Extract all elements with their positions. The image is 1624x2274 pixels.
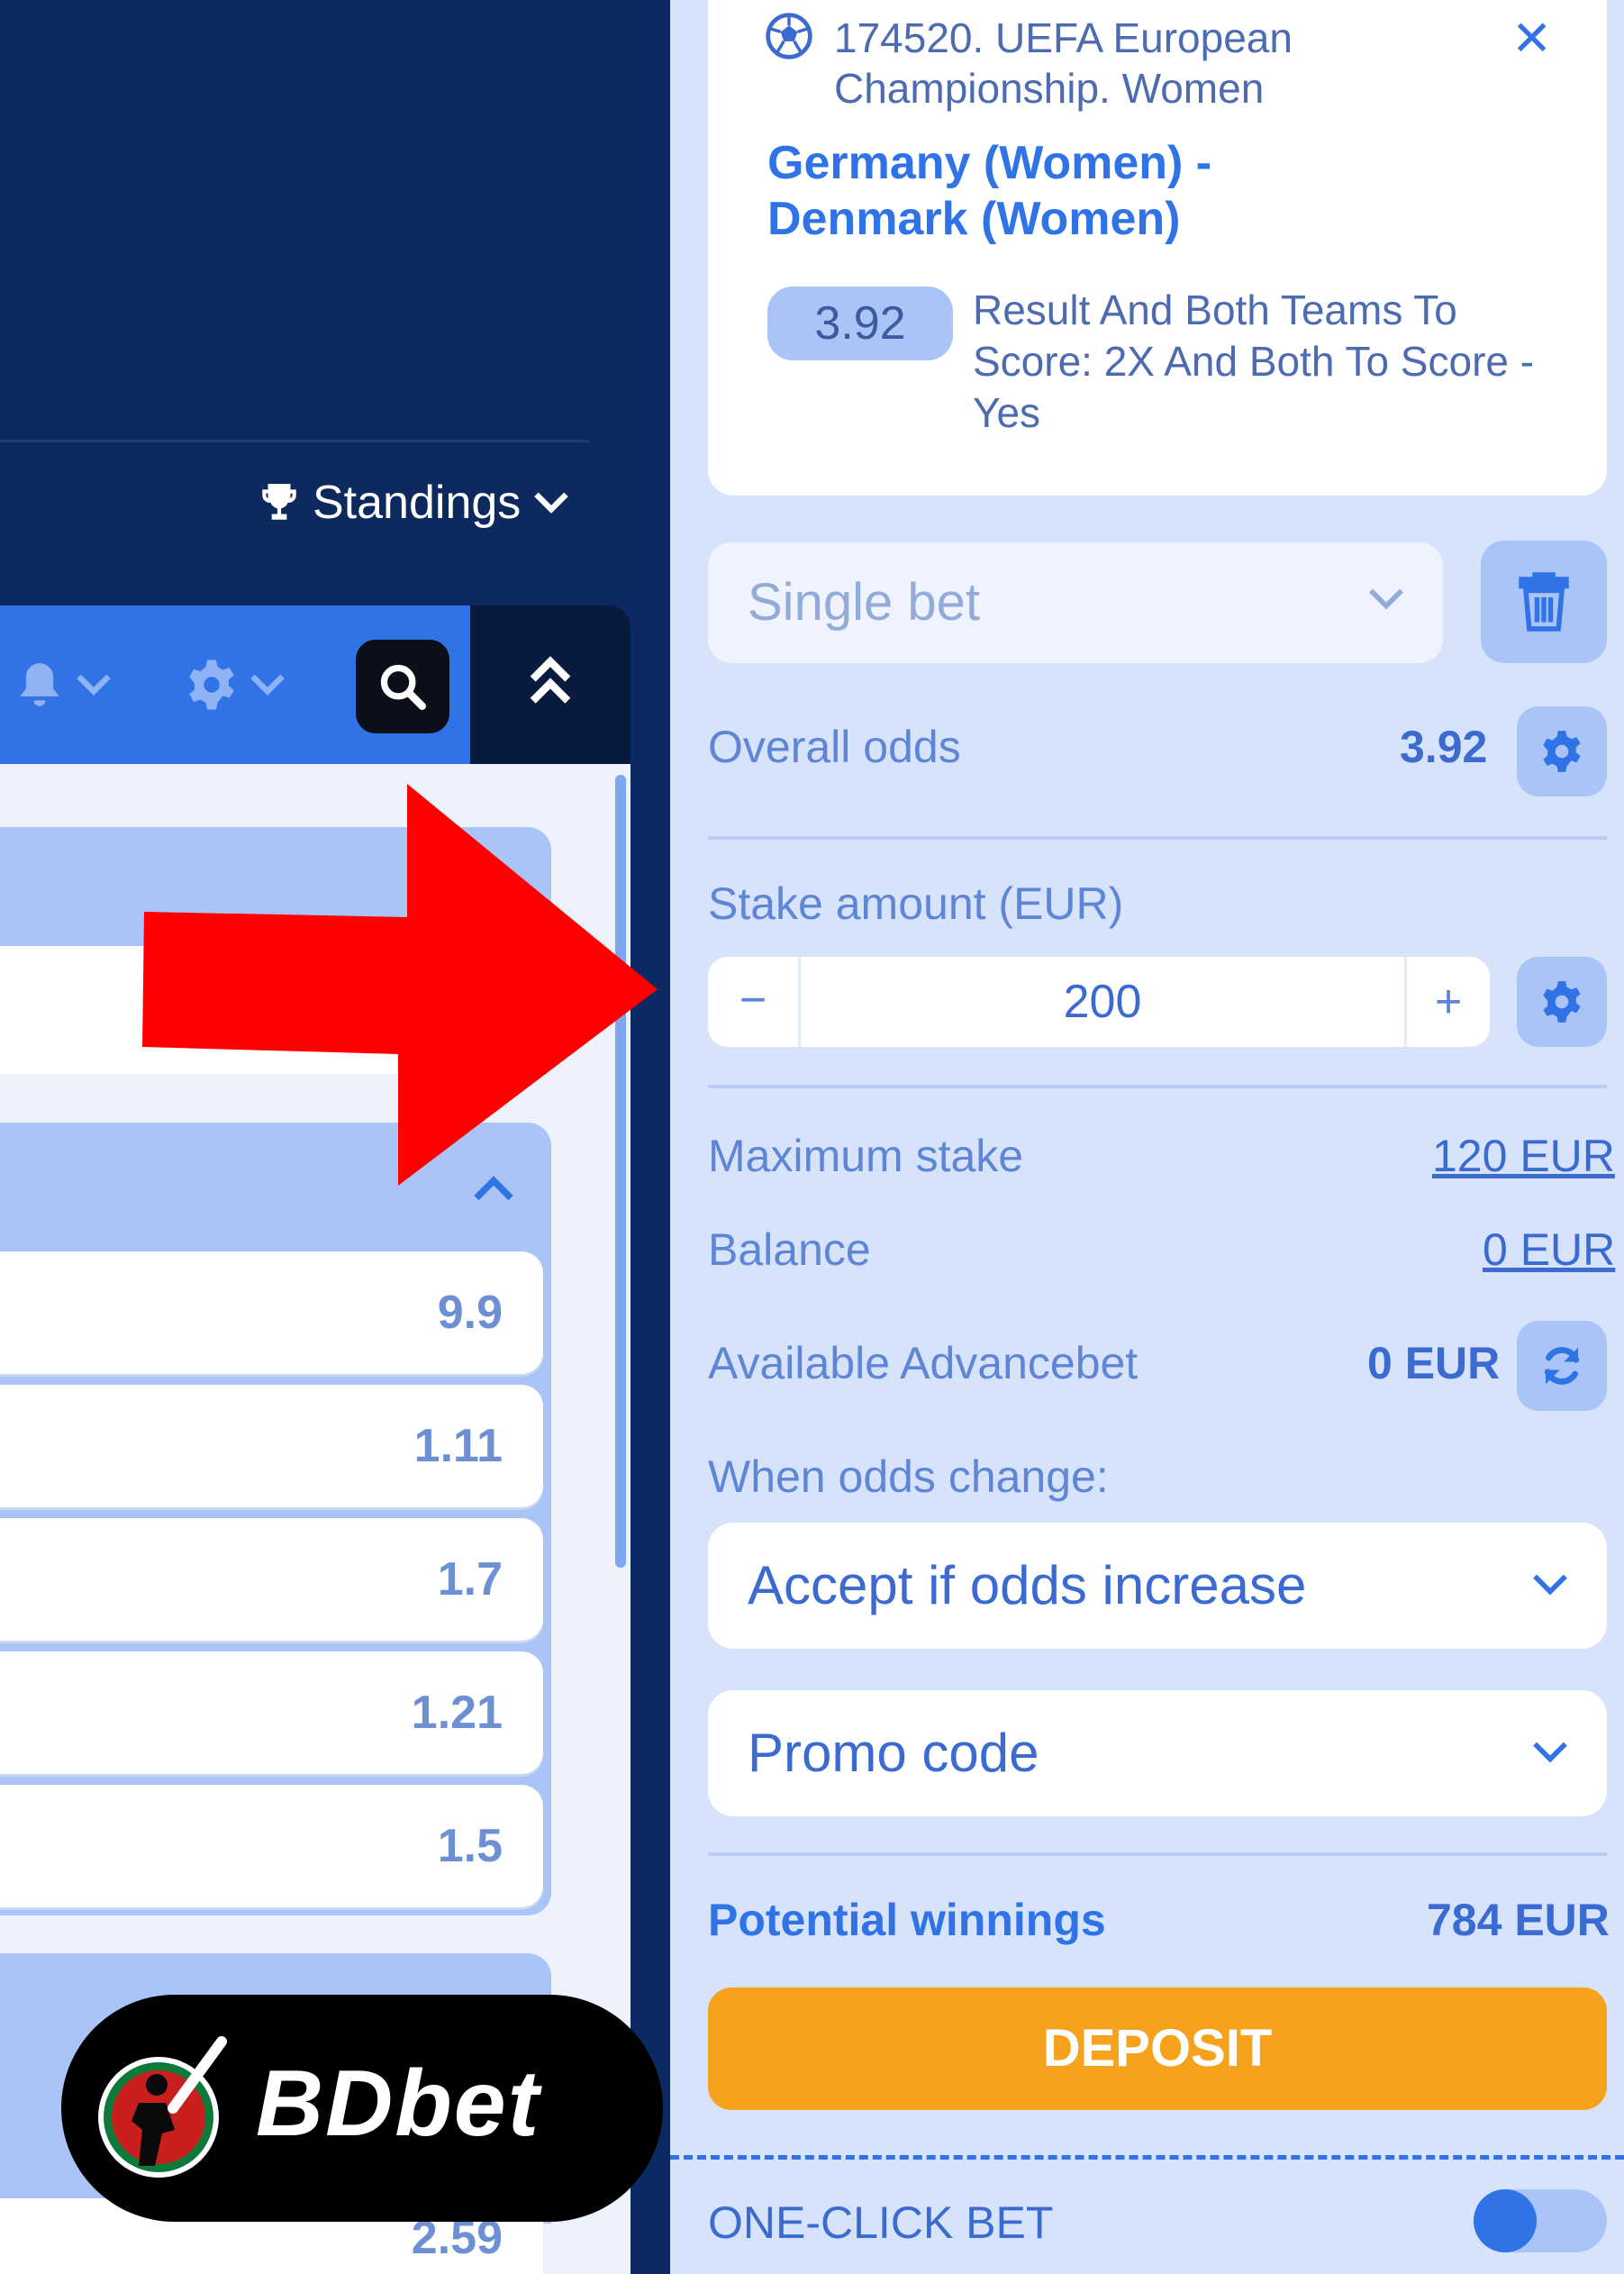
odds-change-select[interactable]: Accept if odds increase bbox=[708, 1523, 1607, 1649]
market-toolbar bbox=[0, 605, 470, 764]
stake-input[interactable]: 200 bbox=[798, 957, 1407, 1047]
max-stake-label: Maximum stake bbox=[708, 1131, 1024, 1181]
odds-value: 9.9 bbox=[437, 1287, 503, 1339]
chevron-down-icon bbox=[250, 674, 285, 696]
header-divider bbox=[0, 440, 590, 442]
collapse-button[interactable] bbox=[470, 605, 631, 764]
chevron-down-icon bbox=[1533, 1742, 1567, 1763]
potential-winnings-value: 784 EUR bbox=[1427, 1895, 1610, 1945]
chevron-down-icon bbox=[534, 492, 569, 514]
close-icon[interactable]: ✕ bbox=[1511, 14, 1552, 63]
clear-bets-button[interactable] bbox=[1481, 541, 1607, 663]
overall-odds-value: 3.92 bbox=[1400, 722, 1488, 772]
potential-winnings-label: Potential winnings bbox=[708, 1895, 1106, 1945]
gear-icon bbox=[1543, 981, 1581, 1023]
match-header: Standings bbox=[0, 0, 631, 604]
balance-label: Balance bbox=[708, 1224, 871, 1275]
market-group-body: 9.9 1.11 1.7 1.21 1.5 bbox=[0, 1244, 551, 1915]
league-name: 174520. UEFA European Championship. Wome… bbox=[834, 14, 1293, 112]
trash-icon bbox=[1519, 572, 1569, 632]
search-icon bbox=[380, 664, 426, 710]
odds-value: 1.11 bbox=[413, 1420, 503, 1472]
balance-link[interactable]: 0 EUR bbox=[1483, 1223, 1615, 1276]
gear-icon bbox=[1543, 731, 1581, 772]
stake-label: Stake amount (EUR) bbox=[708, 878, 1124, 929]
refresh-icon bbox=[1544, 1347, 1580, 1385]
standings-label: Standings bbox=[313, 477, 522, 529]
toggle-knob bbox=[1474, 2189, 1537, 2252]
odds-row[interactable]: 1.11 bbox=[0, 1385, 543, 1507]
refresh-advancebet-button[interactable] bbox=[1517, 1321, 1607, 1411]
divider bbox=[708, 1852, 1607, 1856]
bet-selection-card: 174520. UEFA European Championship. Wome… bbox=[708, 0, 1607, 496]
selection-market: Result And Both Teams To Score: 2X And B… bbox=[973, 287, 1535, 436]
promo-code-label: Promo code bbox=[748, 1723, 1039, 1783]
dashed-divider bbox=[670, 2155, 1624, 2160]
trophy-icon bbox=[262, 484, 296, 520]
logo-text: BDbet bbox=[256, 2051, 541, 2156]
cricket-logo-icon bbox=[98, 2036, 227, 2178]
odds-value: 1.21 bbox=[411, 1687, 503, 1739]
search-button[interactable] bbox=[356, 640, 449, 733]
odds-value: 1.7 bbox=[437, 1553, 503, 1605]
bdbet-logo: BDbet bbox=[61, 1995, 663, 2222]
odds-value: 1.5 bbox=[437, 1820, 503, 1872]
chevron-down-icon bbox=[1533, 1574, 1567, 1596]
double-chevron-up-icon bbox=[530, 656, 571, 704]
max-stake-link[interactable]: 120 EUR bbox=[1432, 1130, 1615, 1182]
bell-icon bbox=[20, 663, 59, 706]
stake-settings-button[interactable] bbox=[1517, 957, 1607, 1047]
red-arrow-annotation bbox=[142, 784, 658, 1186]
overall-odds-label: Overall odds bbox=[708, 722, 961, 772]
advancebet-label: Available Advancebet bbox=[708, 1338, 1139, 1388]
odds-row[interactable]: 1.5 bbox=[0, 1785, 543, 1907]
chevron-down-icon bbox=[77, 674, 111, 696]
settings-dropdown[interactable] bbox=[185, 658, 287, 712]
soccer-ball-icon bbox=[766, 13, 812, 59]
selection-odd-badge: 3.92 bbox=[767, 287, 953, 360]
odds-row[interactable]: 1.7 bbox=[0, 1518, 543, 1641]
odds-settings-button[interactable] bbox=[1517, 706, 1607, 796]
gear-icon bbox=[189, 659, 234, 710]
stake-decrease-button[interactable]: − bbox=[708, 957, 801, 1047]
bet-type-value: Single bet bbox=[748, 573, 980, 632]
notifications-dropdown[interactable] bbox=[16, 658, 113, 712]
one-click-bet-label: ONE-CLICK BET bbox=[708, 2197, 1054, 2248]
standings-button[interactable]: Standings bbox=[257, 476, 571, 530]
odds-change-value: Accept if odds increase bbox=[748, 1555, 1307, 1615]
stake-stepper: − 200 + bbox=[708, 957, 1490, 1047]
stake-increase-button[interactable]: + bbox=[1404, 957, 1490, 1047]
chevron-down-icon bbox=[1369, 588, 1403, 610]
advancebet-value: 0 EUR bbox=[1367, 1338, 1501, 1388]
divider bbox=[708, 836, 1607, 840]
odds-change-label: When odds change: bbox=[708, 1451, 1109, 1502]
match-teams[interactable]: Germany (Women) - Denmark (Women) bbox=[767, 135, 1416, 247]
one-click-bet-toggle[interactable] bbox=[1474, 2189, 1607, 2252]
deposit-button[interactable]: DEPOSIT bbox=[708, 1987, 1607, 2110]
bet-type-select[interactable]: Single bet bbox=[708, 542, 1443, 663]
odds-row[interactable]: 9.9 bbox=[0, 1251, 543, 1374]
odds-row[interactable]: 1.21 bbox=[0, 1651, 543, 1774]
divider bbox=[708, 1085, 1607, 1088]
promo-code-dropdown[interactable]: Promo code bbox=[708, 1690, 1607, 1816]
